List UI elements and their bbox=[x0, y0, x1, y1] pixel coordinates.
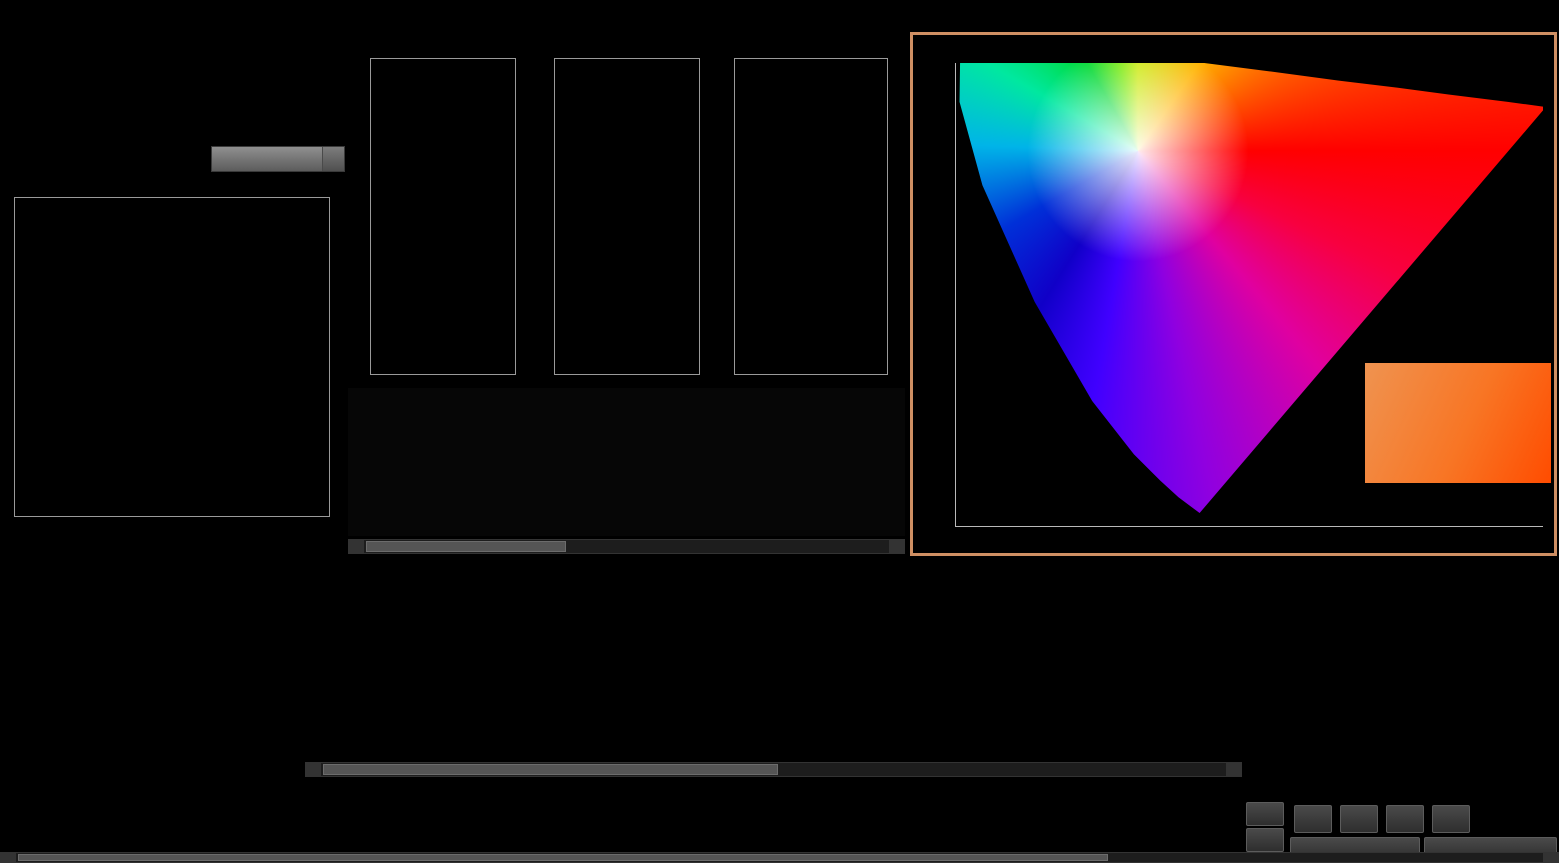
scroll-right-icon[interactable] bbox=[1543, 853, 1558, 862]
scrollbar-thumb[interactable] bbox=[366, 541, 566, 552]
chart-title bbox=[370, 44, 516, 58]
delta-h-chart bbox=[716, 44, 888, 380]
cie-zoom-inset bbox=[1365, 363, 1551, 483]
scrollbar-track[interactable] bbox=[321, 763, 1226, 776]
chart-title bbox=[554, 44, 700, 58]
stop-button[interactable] bbox=[1294, 805, 1332, 833]
scrollbar-thumb[interactable] bbox=[18, 854, 1108, 861]
scroll-left-icon[interactable] bbox=[349, 540, 364, 553]
plot-area bbox=[370, 58, 516, 375]
chevron-down-icon[interactable] bbox=[322, 147, 344, 171]
strip-scrollbar[interactable] bbox=[348, 539, 905, 554]
panel-toggle-button[interactable] bbox=[1246, 828, 1284, 852]
transport-controls bbox=[1242, 800, 1559, 860]
table-scrollbar[interactable] bbox=[305, 762, 1242, 777]
deltae-bars bbox=[16, 199, 328, 515]
plot-area bbox=[554, 58, 700, 375]
chart-title bbox=[734, 44, 888, 58]
loop-button[interactable] bbox=[1432, 805, 1470, 833]
delta-l-chart bbox=[352, 44, 516, 380]
play-button[interactable] bbox=[1340, 805, 1378, 833]
scrollbar-track[interactable] bbox=[16, 853, 1543, 862]
scroll-left-icon[interactable] bbox=[306, 763, 321, 776]
scrollbar-thumb[interactable] bbox=[323, 764, 778, 775]
delta-c-chart bbox=[536, 44, 700, 380]
patch-comparison-strip bbox=[348, 388, 905, 536]
y-axis bbox=[352, 58, 370, 375]
collapse-button[interactable] bbox=[1246, 802, 1284, 826]
cie-diagram-panel bbox=[910, 32, 1557, 556]
window-scrollbar[interactable] bbox=[0, 852, 1559, 863]
colorchecker-app bbox=[0, 0, 1559, 863]
de-formula-dropdown[interactable] bbox=[211, 146, 345, 172]
current-xy bbox=[12, 680, 74, 702]
cie-x-axis bbox=[955, 530, 1543, 544]
plot-area bbox=[734, 58, 888, 375]
scrollbar-track[interactable] bbox=[364, 540, 889, 553]
deltae-bar-chart bbox=[14, 197, 330, 517]
y-axis bbox=[536, 58, 554, 375]
scroll-left-icon[interactable] bbox=[1, 853, 16, 862]
cie-y-axis bbox=[917, 63, 951, 527]
deltae-x-axis bbox=[14, 521, 330, 535]
record-button[interactable] bbox=[1386, 805, 1424, 833]
scroll-right-icon[interactable] bbox=[889, 540, 904, 553]
scroll-right-icon[interactable] bbox=[1226, 763, 1241, 776]
measurement-table bbox=[305, 568, 1559, 761]
y-axis bbox=[716, 58, 734, 375]
